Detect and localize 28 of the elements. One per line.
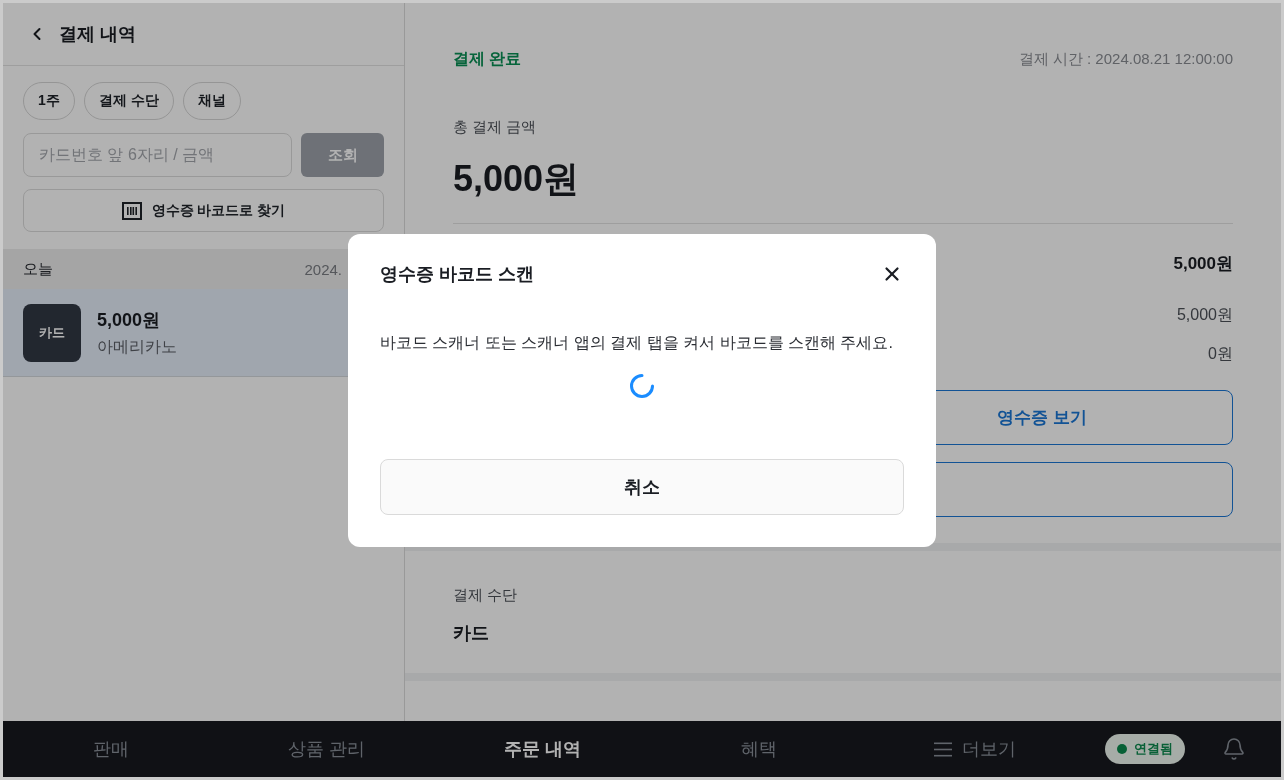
menu-icon xyxy=(934,741,952,757)
method-value: 카드 xyxy=(453,622,490,645)
amount-value: 5,000원 xyxy=(1173,253,1233,275)
payment-time: 결제 시간 : 2024.08.21 12:00:00 xyxy=(1018,49,1233,69)
notification-button[interactable] xyxy=(1222,737,1246,761)
dialog-title: 영수증 바코드 스캔 xyxy=(380,262,534,286)
filter-chip[interactable]: 1주 xyxy=(23,82,75,120)
status-label: 연결됨 xyxy=(1134,740,1173,758)
filter-chip[interactable]: 결제 수단 xyxy=(83,82,174,120)
total-amount: 5,000원 xyxy=(453,157,581,201)
barcode-icon xyxy=(121,201,142,220)
page-title: 결제 내역 xyxy=(59,23,136,46)
total-label: 총 결제 금액 xyxy=(453,117,538,137)
barcode-search-button[interactable]: 영수증 바코드로 찾기 xyxy=(23,189,384,232)
method-label: 결제 수단 xyxy=(453,585,519,605)
product-name: 아메리카노 xyxy=(97,336,177,357)
payment-method-badge: 카드 xyxy=(23,303,81,362)
cancel-button[interactable]: 취소 xyxy=(380,458,904,515)
payment-amount: 5,000원 xyxy=(97,308,162,332)
search-field[interactable]: 카드번호 앞 6자리 / 금액 xyxy=(23,133,293,177)
nav-tab[interactable]: 주문 내역 xyxy=(435,721,651,777)
filter-chip[interactable]: 채널 xyxy=(182,82,241,120)
group-label: 오늘 xyxy=(23,259,54,279)
amount-value: 5,000원 xyxy=(1176,305,1233,325)
amount-value: 0원 xyxy=(1208,344,1233,364)
payment-status: 결제 완료 xyxy=(453,48,522,69)
bell-icon xyxy=(1222,737,1246,761)
group-date: 2024. xyxy=(304,260,342,278)
